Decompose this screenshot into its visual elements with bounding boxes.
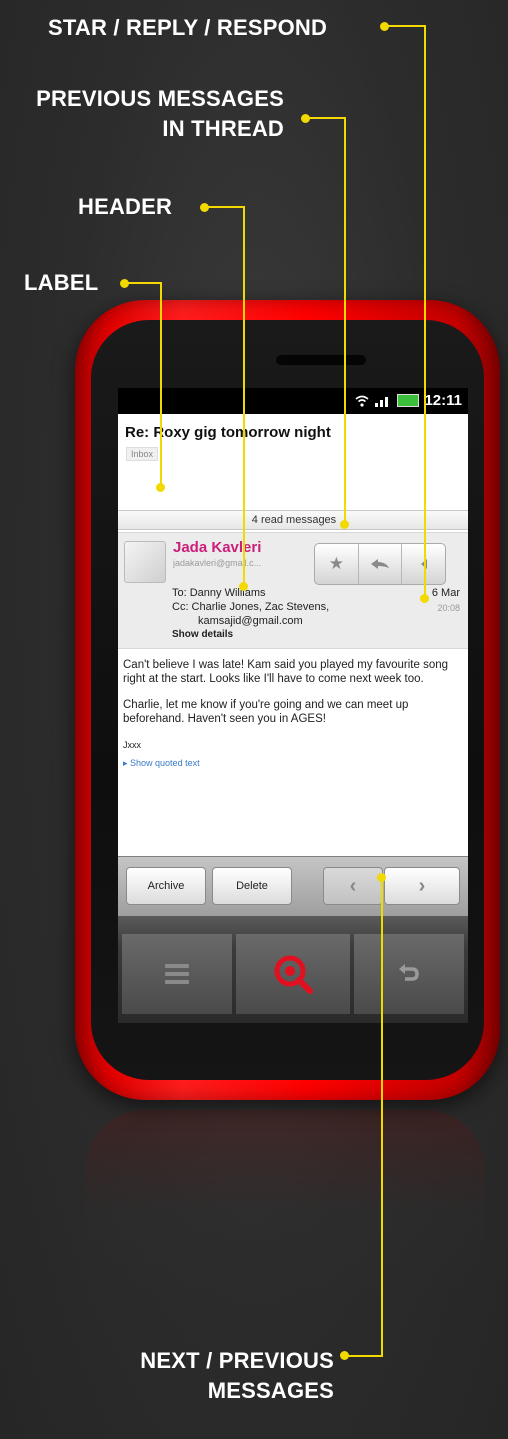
avatar[interactable]: [124, 541, 166, 583]
status-bar: 12:11: [118, 388, 468, 414]
next-message-button[interactable]: ›: [384, 867, 460, 905]
email-screen: 12:11 Re: Roxy gig tomorrow night Inbox …: [118, 388, 468, 1023]
back-key[interactable]: [354, 934, 464, 1014]
next-previous-dot: [340, 1351, 349, 1360]
body-paragraph-2: Charlie, let me know if you're going and…: [123, 699, 409, 725]
quoted-link-label: Show quoted text: [130, 758, 200, 768]
quoted-arrow-icon: ▸: [123, 758, 131, 768]
next-previous-leader-h: [345, 1355, 383, 1357]
message-action-bar: Archive Delete ‹ ›: [118, 856, 468, 917]
back-icon: [399, 964, 419, 981]
reply-icon: [371, 559, 389, 569]
message-date: 6 Mar: [431, 587, 460, 599]
callout-previous-line2: IN THREAD: [162, 116, 284, 141]
sender-name: Jada Kavleri: [173, 539, 262, 556]
previous-message-button[interactable]: ‹: [323, 867, 383, 905]
phone-reflection: [85, 1110, 485, 1300]
cc-line-2: kamsajid@gmail.com: [198, 615, 303, 627]
next-previous-leader-v: [381, 878, 383, 1357]
cc-line-1: Cc: Charlie Jones, Zac Stevens,: [172, 601, 330, 613]
header-target-dot: [239, 582, 248, 591]
signal-icon: [375, 396, 389, 407]
callout-next-previous: NEXT / PREVIOUS MESSAGES: [112, 1346, 334, 1406]
menu-icon: [165, 960, 189, 988]
earpiece: [276, 355, 366, 365]
message-header: Jada Kavleri jadakavleri@gmail.c... ★ To…: [118, 532, 468, 649]
previous-messages-leader-v: [344, 117, 346, 525]
to-line: To: Danny Williams: [172, 587, 266, 599]
callout-next-line2: MESSAGES: [207, 1378, 334, 1403]
star-button[interactable]: ★: [315, 544, 359, 584]
email-subject: Re: Roxy gig tomorrow night: [125, 424, 331, 441]
chevron-right-icon: ›: [418, 874, 426, 897]
search-key[interactable]: [236, 934, 350, 1014]
callout-header: HEADER: [78, 194, 173, 219]
label-leader-h: [125, 282, 162, 284]
hardware-key-strip: [118, 916, 468, 1023]
show-details-link[interactable]: Show details: [172, 629, 233, 640]
callout-previous-line1: PREVIOUS MESSAGES: [36, 86, 284, 111]
callout-previous-messages: PREVIOUS MESSAGES IN THREAD: [10, 84, 284, 144]
previous-messages-target-dot: [340, 520, 349, 529]
star-reply-target-dot: [420, 594, 429, 603]
reply-button[interactable]: [359, 544, 403, 584]
action-buttons: ★: [314, 543, 446, 585]
previous-messages-leader-h: [306, 117, 346, 119]
star-reply-leader-v: [424, 25, 426, 599]
message-time: 20:08: [437, 603, 460, 613]
sender-email: jadakavleri@gmail.c...: [173, 558, 262, 568]
star-icon: ★: [328, 554, 344, 573]
delete-button[interactable]: Delete: [212, 867, 292, 905]
menu-key[interactable]: [122, 934, 232, 1014]
status-icons: 12:11: [355, 392, 462, 409]
chevron-left-icon: ‹: [349, 874, 357, 897]
search-icon: [274, 955, 313, 994]
body-paragraph-1: Can't believe I was late! Kam said you p…: [123, 659, 449, 685]
message-body: Can't believe I was late! Kam said you p…: [123, 658, 465, 770]
battery-icon: [397, 394, 420, 407]
header-leader-h: [205, 206, 245, 208]
header-leader-v: [243, 206, 245, 586]
callout-star-reply: STAR / REPLY / RESPOND: [48, 15, 328, 40]
star-reply-leader-h: [385, 25, 426, 27]
archive-button[interactable]: Archive: [126, 867, 206, 905]
signoff: Jxxx: [123, 740, 141, 750]
previous-messages-bar[interactable]: 4 read messages: [118, 510, 468, 530]
label-chip[interactable]: Inbox: [126, 447, 159, 461]
show-quoted-text-link[interactable]: ▸ Show quoted text: [123, 756, 465, 770]
label-target-dot: [156, 483, 165, 492]
label-leader-v: [160, 282, 162, 487]
callout-label: LABEL: [24, 270, 99, 295]
status-time: 12:11: [424, 392, 462, 409]
wifi-icon: [355, 395, 369, 407]
callout-next-line1: NEXT / PREVIOUS: [140, 1348, 334, 1373]
